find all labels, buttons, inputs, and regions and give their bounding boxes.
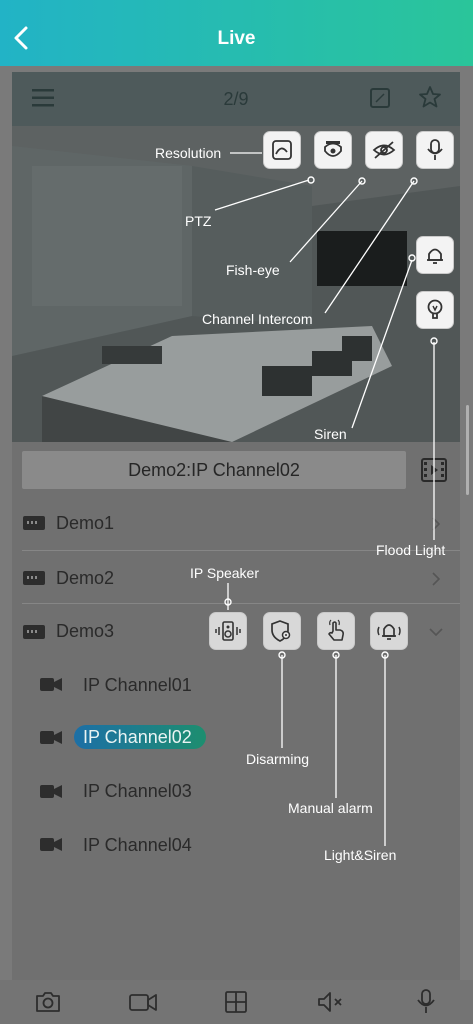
annotation-light-siren: Light&Siren (324, 847, 397, 863)
camera-icon (40, 678, 62, 691)
resolution-button[interactable] (263, 131, 301, 169)
light-siren-button[interactable] (370, 612, 408, 650)
siren-button[interactable] (416, 236, 454, 274)
talk-microphone-icon[interactable] (415, 988, 437, 1016)
ip-speaker-button[interactable] (209, 612, 247, 650)
manual-alarm-button[interactable] (317, 612, 355, 650)
eye-slash-icon (372, 141, 396, 159)
bell-icon (427, 248, 443, 264)
current-channel-label: Demo2:IP Channel02 (128, 460, 300, 480)
device-label: Demo1 (56, 513, 115, 533)
hand-tap-icon (328, 619, 344, 641)
camera-icon (40, 731, 62, 744)
bottom-toolbar (0, 980, 473, 1024)
dvr-device-icon (23, 571, 45, 585)
chevron-down-icon (429, 628, 443, 637)
annotation-resolution: Resolution (155, 145, 222, 161)
channel-label: IP Channel04 (83, 835, 192, 855)
star-icon[interactable] (418, 85, 442, 109)
conference-room-image (12, 126, 460, 442)
channel-label: IP Channel02 (83, 727, 192, 747)
speaker-icon (215, 621, 241, 641)
microphone-icon (427, 139, 443, 160)
record-video-icon[interactable] (128, 991, 158, 1013)
app-header: Live (0, 0, 473, 66)
chevron-right-icon (432, 517, 441, 531)
channel-row[interactable]: IP Channel01 (12, 660, 460, 710)
camera-icon (40, 838, 62, 851)
ptz-camera-icon (324, 141, 342, 157)
device-label: Demo3 (56, 621, 115, 641)
fullscreen-icon[interactable] (370, 88, 390, 108)
shield-gear-icon (271, 620, 291, 642)
dvr-device-icon (23, 625, 45, 639)
annotation-ip-speaker: IP Speaker (190, 565, 260, 581)
scrollbar[interactable] (466, 405, 469, 495)
chevron-right-icon (432, 572, 441, 586)
bell-ring-icon (377, 624, 401, 640)
annotation-disarming: Disarming (246, 751, 310, 767)
resolution-icon (272, 140, 292, 160)
live-video[interactable] (12, 126, 460, 442)
grid-layout-icon[interactable] (224, 990, 248, 1014)
disarming-button[interactable] (263, 612, 301, 650)
dvr-device-icon (23, 516, 45, 530)
playback-film-icon[interactable] (420, 456, 448, 484)
page-title: Live (217, 28, 256, 49)
light-bulb-icon (427, 299, 443, 319)
channel-label: IP Channel01 (83, 675, 192, 695)
channel-row[interactable]: IP Channel03 (12, 766, 460, 816)
camera-icon (40, 785, 62, 798)
mute-audio-icon[interactable] (316, 990, 348, 1014)
annotation-flood-light: Flood Light (376, 542, 446, 558)
live-toolbar: 2/9 (12, 72, 460, 126)
annotation-intercom: Channel Intercom (202, 311, 313, 327)
channel-row[interactable]: IP Channel02 (12, 713, 460, 763)
flood-light-button[interactable] (416, 291, 454, 329)
current-channel-bar: Demo2:IP Channel02 (22, 451, 406, 489)
page-indicator: 2/9 (223, 89, 249, 109)
channel-label: IP Channel03 (83, 781, 192, 801)
annotation-ptz: PTZ (185, 213, 212, 229)
intercom-button[interactable] (416, 131, 454, 169)
annotation-manual-alarm: Manual alarm (288, 800, 373, 816)
device-label: Demo2 (56, 568, 115, 588)
fisheye-button[interactable] (365, 131, 403, 169)
ptz-button[interactable] (314, 131, 352, 169)
annotation-fisheye: Fish-eye (226, 262, 280, 278)
annotation-siren: Siren (314, 426, 347, 442)
snapshot-camera-icon[interactable] (34, 990, 62, 1014)
